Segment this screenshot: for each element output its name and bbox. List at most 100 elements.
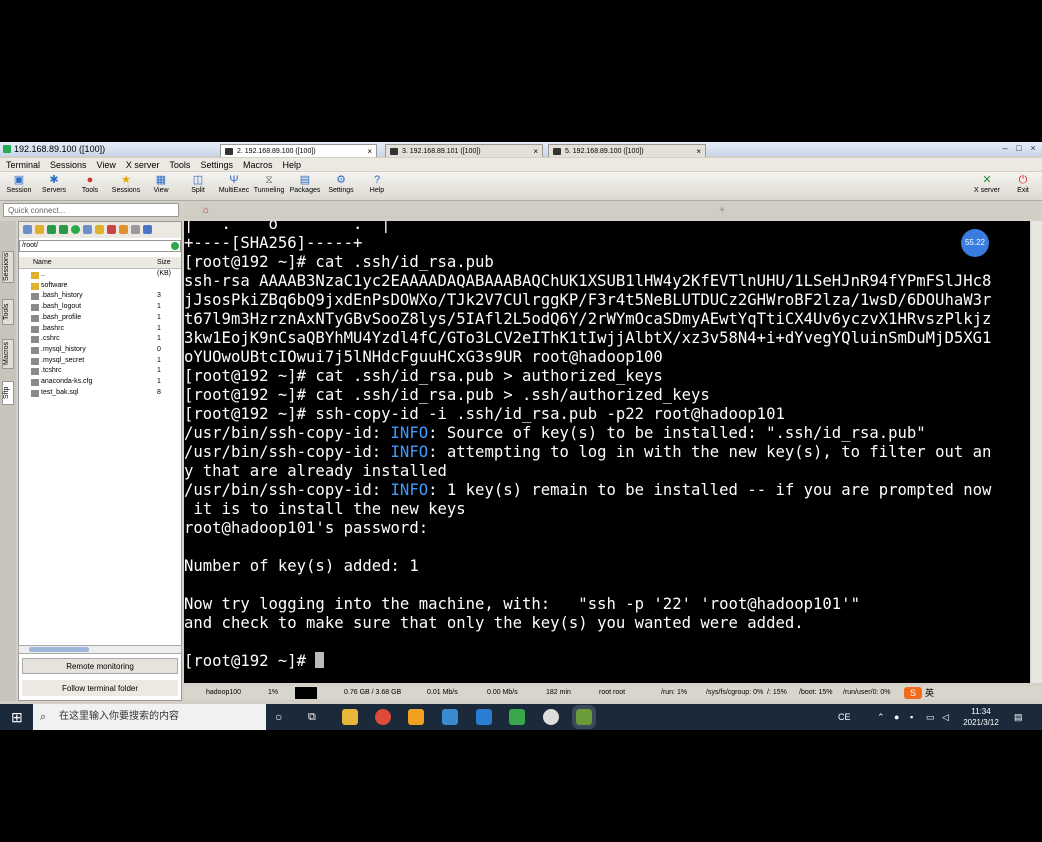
- folder-icon[interactable]: [35, 225, 44, 234]
- properties-icon[interactable]: [131, 225, 140, 234]
- tab-session-3[interactable]: 3. 192.168.89.101 ([100]) ×: [385, 144, 543, 157]
- tunneling-button[interactable]: ⧖ Tunneling: [252, 174, 286, 200]
- file-list-item[interactable]: .bashrc 1: [19, 324, 181, 335]
- file-list-item[interactable]: test_bak.sql 8: [19, 388, 181, 399]
- side-tab-tools[interactable]: Tools: [2, 299, 14, 325]
- taskbar-search-input[interactable]: 在这里输入你要搜索的内容: [33, 704, 266, 730]
- multiexec-button[interactable]: Ψ MultiExec: [217, 174, 251, 200]
- tray-mic-icon[interactable]: ●: [894, 704, 899, 730]
- packages-button[interactable]: ▤ Packages: [288, 174, 322, 200]
- file-icon: [31, 368, 39, 376]
- close-button[interactable]: ×: [1028, 144, 1038, 153]
- file-list-item[interactable]: .bash_profile 1: [19, 313, 181, 324]
- tab-session-5[interactable]: 5. 192.168.89.100 ([100]) ×: [548, 144, 706, 157]
- file-list-item[interactable]: .mysql_secret 1: [19, 356, 181, 367]
- ime-mode[interactable]: 英: [925, 686, 934, 700]
- file-list-item[interactable]: .bash_history 3: [19, 291, 181, 302]
- side-tab-sessions[interactable]: Sessions: [2, 251, 14, 283]
- exit-button[interactable]: ⏻ Exit: [1006, 174, 1040, 200]
- settings-button[interactable]: ⚙ Settings: [324, 174, 358, 200]
- file-list-item[interactable]: .tcshrc 1: [19, 366, 181, 377]
- app-icon-3[interactable]: [408, 709, 424, 725]
- terminal-output[interactable]: | . o . | +----[SHA256]-----+ [root@192 …: [184, 221, 1030, 683]
- tray-volume-icon[interactable]: ◁: [942, 704, 949, 730]
- side-tab-sftp[interactable]: Sftp: [2, 381, 14, 405]
- menu-x-server[interactable]: X server: [126, 160, 160, 170]
- file-list-item[interactable]: .cshrc 1: [19, 334, 181, 345]
- windows-start-icon[interactable]: ⊞: [11, 704, 23, 730]
- notification-icon[interactable]: ▤: [1014, 704, 1023, 730]
- floating-badge[interactable]: 55.22: [961, 229, 989, 257]
- new-folder-icon[interactable]: [95, 225, 104, 234]
- split-button[interactable]: ◫ Split: [181, 174, 215, 200]
- status-memory: 0.76 GB / 3.68 GB: [344, 689, 402, 696]
- file-icon: [31, 325, 39, 333]
- tools-button[interactable]: ● Tools: [73, 174, 107, 200]
- session-button[interactable]: ▣ Session: [2, 174, 36, 200]
- word-icon[interactable]: [476, 709, 492, 725]
- upload-icon[interactable]: [59, 225, 68, 234]
- side-tab-macros[interactable]: Macros: [2, 339, 14, 369]
- tray-network-icon[interactable]: ▭: [926, 704, 935, 730]
- taskbar-clock[interactable]: 11:34 2021/3/12: [958, 706, 1004, 728]
- file-explorer-icon[interactable]: [342, 709, 358, 725]
- file-list-item[interactable]: ..: [19, 270, 181, 281]
- new-file-icon[interactable]: [83, 225, 92, 234]
- file-size: 0: [157, 345, 161, 353]
- file-size: 1: [157, 356, 161, 364]
- rename-icon[interactable]: [119, 225, 128, 234]
- chrome-icon[interactable]: [375, 709, 391, 725]
- servers-button[interactable]: ✱ Servers: [37, 174, 71, 200]
- path-input[interactable]: /root/: [19, 240, 181, 252]
- menu-view[interactable]: View: [97, 160, 116, 170]
- hidden-files-icon[interactable]: [143, 225, 152, 234]
- close-tab-icon[interactable]: ×: [533, 145, 538, 158]
- cortana-icon[interactable]: ○: [275, 704, 282, 730]
- view-button[interactable]: ▦ View: [144, 174, 178, 200]
- close-tab-icon[interactable]: ×: [367, 145, 372, 158]
- menu-terminal[interactable]: Terminal: [6, 160, 40, 170]
- file-list-item[interactable]: .mysql_history 0: [19, 345, 181, 356]
- tab-session-2[interactable]: 2. 192.168.89.100 ([100]) ×: [220, 144, 377, 157]
- sogou-ime-icon[interactable]: S: [904, 687, 922, 699]
- menu-settings[interactable]: Settings: [200, 160, 233, 170]
- help-button[interactable]: ? Help: [360, 174, 394, 200]
- mobaxterm-taskbar-icon[interactable]: [572, 705, 596, 729]
- remote-monitoring-button[interactable]: Remote monitoring: [22, 658, 178, 674]
- tray-chevron-icon[interactable]: ⌃: [877, 704, 885, 730]
- menu-help[interactable]: Help: [282, 160, 301, 170]
- file-list-item[interactable]: anaconda-ks.cfg 1: [19, 377, 181, 388]
- quick-connect-input[interactable]: Quick connect...: [3, 203, 179, 217]
- delete-icon[interactable]: [107, 225, 116, 234]
- tray-ime-icon[interactable]: CE: [838, 704, 851, 730]
- scroll-thumb[interactable]: [29, 647, 89, 652]
- file-list-item[interactable]: .bash_logout 1: [19, 302, 181, 313]
- up-icon[interactable]: [23, 225, 32, 234]
- file-list-item[interactable]: software: [19, 281, 181, 292]
- info-label: INFO: [390, 443, 429, 461]
- menu-macros[interactable]: Macros: [243, 160, 273, 170]
- download-icon[interactable]: [47, 225, 56, 234]
- minimize-button[interactable]: –: [1000, 144, 1010, 153]
- terminal-scrollbar[interactable]: [1031, 221, 1042, 683]
- app-icon-6[interactable]: [509, 709, 525, 725]
- maximize-button[interactable]: □: [1014, 144, 1024, 153]
- new-tab-icon[interactable]: +: [714, 205, 730, 217]
- menu-sessions[interactable]: Sessions: [50, 160, 87, 170]
- app-icon-4[interactable]: [442, 709, 458, 725]
- status-disk-cgroup: /sys/fs/cgroup: 0%: [706, 689, 764, 696]
- refresh-icon[interactable]: [71, 225, 80, 234]
- split-icon: ◫: [192, 174, 204, 186]
- menu-tools[interactable]: Tools: [169, 160, 190, 170]
- x-server-button[interactable]: ✕ X server: [970, 174, 1004, 200]
- task-view-icon[interactable]: ⧉: [308, 704, 316, 730]
- tray-app-icon[interactable]: ▪: [910, 704, 913, 730]
- close-tab-icon[interactable]: ×: [696, 145, 701, 158]
- app-icon-7[interactable]: [543, 709, 559, 725]
- status-user: root root: [599, 689, 626, 696]
- column-name[interactable]: Name: [33, 257, 52, 268]
- home-tab-icon[interactable]: ⌂: [198, 205, 214, 217]
- file-list-scrollbar[interactable]: [18, 645, 182, 654]
- follow-terminal-folder-checkbox[interactable]: Follow terminal folder: [22, 680, 178, 696]
- sessions-button[interactable]: ★ Sessions: [109, 174, 143, 200]
